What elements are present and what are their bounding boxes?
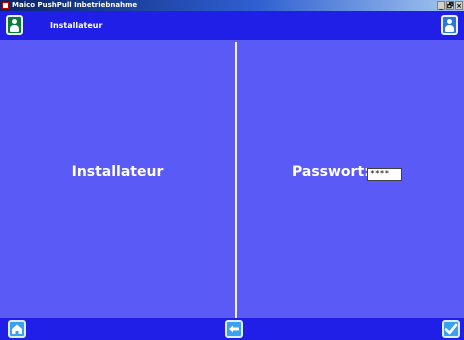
page-title: Installateur: [50, 21, 103, 30]
home-icon: [12, 324, 22, 334]
window-controls: _ 🗗 ×: [437, 1, 463, 10]
minimize-button[interactable]: _: [437, 1, 445, 10]
panel-divider: [235, 42, 237, 318]
main-panel: Installateur Passwort: ****: [0, 40, 464, 318]
header-bar: Installateur: [0, 11, 464, 40]
user-icon[interactable]: [441, 15, 458, 35]
window-titlebar: Maico PushPull Inbetriebnahme _ 🗗 ×: [0, 0, 464, 11]
footer-bar: [0, 318, 464, 340]
user-icon[interactable]: [6, 15, 23, 35]
installer-label: Installateur: [71, 164, 164, 180]
checkmark-icon: [444, 323, 458, 335]
home-button[interactable]: [8, 320, 26, 338]
window-title: Maico PushPull Inbetriebnahme: [12, 1, 138, 9]
password-field[interactable]: ****: [367, 168, 402, 181]
password-label: Passwort:: [292, 164, 370, 180]
restore-button[interactable]: 🗗: [446, 1, 454, 10]
app-icon: [2, 2, 9, 9]
back-button[interactable]: [225, 320, 243, 338]
close-button[interactable]: ×: [455, 1, 463, 10]
confirm-button[interactable]: [442, 320, 460, 338]
back-arrow-icon: [229, 325, 239, 333]
